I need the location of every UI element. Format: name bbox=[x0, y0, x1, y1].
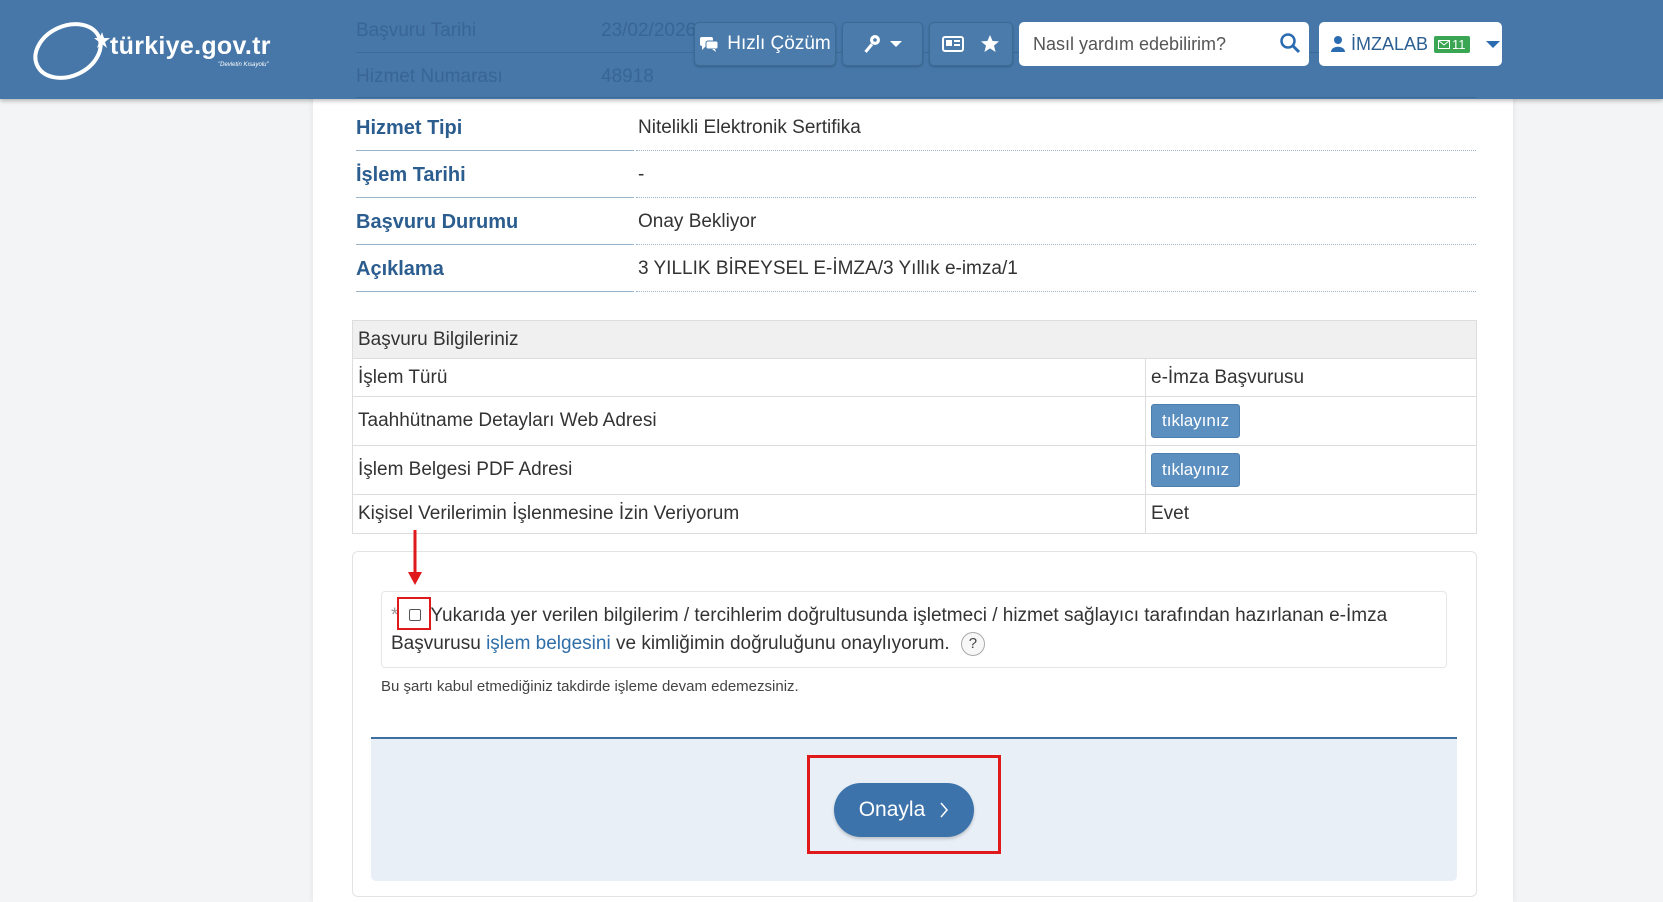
info-row-hizmet-tipi: Hizmet Tipi Nitelikli Elektronik Sertifi… bbox=[356, 105, 1476, 151]
logo-text: türkiye.gov.tr bbox=[110, 32, 271, 60]
row-divider bbox=[636, 150, 1476, 151]
red-arrow-annotation-icon bbox=[408, 530, 422, 585]
row-label: Taahhütname Detayları Web Adresi bbox=[352, 396, 1146, 446]
table-row: İşlem Belgesi PDF Adresi tıklayınız bbox=[352, 445, 1477, 495]
row-divider bbox=[356, 244, 634, 245]
consent-text: * Yukarıda yer verilen bilgilerim / terci… bbox=[391, 602, 1431, 658]
row-divider bbox=[356, 150, 634, 151]
key-icon bbox=[863, 35, 880, 53]
accessibility-key-button[interactable] bbox=[842, 22, 923, 66]
row-label: İşlem Türü bbox=[352, 358, 1146, 397]
confirm-button[interactable]: Onayla bbox=[834, 783, 974, 837]
table-row: Taahhütname Detayları Web Adresi tıklayı… bbox=[352, 396, 1477, 446]
quick-solution-label: Hızlı Çözüm bbox=[727, 33, 831, 54]
row-divider bbox=[356, 197, 634, 198]
info-row-islem-tarihi: İşlem Tarihi - bbox=[356, 152, 1476, 198]
chevron-right-icon bbox=[940, 802, 949, 818]
info-row-basvuru-durumu: Başvuru Durumu Onay Bekliyor bbox=[356, 199, 1476, 245]
help-icon[interactable]: ? bbox=[960, 631, 985, 656]
consent-note: Bu şartı kabul etmediğiniz takdirde işle… bbox=[381, 678, 799, 695]
table-row: Kişisel Verilerimin İşlenmesine İzin Ver… bbox=[352, 494, 1477, 534]
row-divider bbox=[636, 291, 1476, 292]
row-label: Kişisel Verilerimin İşlenmesine İzin Ver… bbox=[352, 494, 1146, 534]
consent-text-after: ve kimliğimin doğruluğunu onaylıyorum. bbox=[615, 633, 950, 654]
envelope-icon bbox=[1438, 39, 1451, 49]
table-header-row: Başvuru Bilgileriniz bbox=[352, 320, 1477, 359]
user-name: İMZALAB bbox=[1351, 33, 1429, 54]
caret-down-icon bbox=[1485, 40, 1500, 48]
search-input[interactable] bbox=[1031, 32, 1275, 56]
info-label: İşlem Tarihi bbox=[356, 164, 466, 186]
commitment-details-link-button[interactable]: tıklayınız bbox=[1151, 404, 1241, 438]
caret-down-icon bbox=[889, 41, 902, 47]
star-icon bbox=[981, 35, 999, 52]
row-value-cell: tıklayınız bbox=[1145, 396, 1477, 446]
search-box[interactable] bbox=[1019, 22, 1309, 66]
user-icon bbox=[1331, 36, 1345, 52]
crescent-star-logo-icon bbox=[33, 22, 110, 80]
table-row: İşlem Türü e-İmza Başvurusu bbox=[352, 358, 1477, 397]
user-menu-button[interactable]: İMZALAB 11 bbox=[1319, 22, 1502, 66]
row-value-cell: tıklayınız bbox=[1145, 445, 1477, 495]
row-divider bbox=[356, 291, 634, 292]
info-value: 3 YILLIK BİREYSEL E-İMZA/3 Yıllık e-imza… bbox=[638, 258, 1018, 279]
row-value: e-İmza Başvurusu bbox=[1145, 358, 1477, 397]
info-label: Açıklama bbox=[356, 258, 444, 280]
row-divider bbox=[636, 244, 1476, 245]
info-label: Hizmet Tipi bbox=[356, 117, 463, 139]
quick-solution-button[interactable]: Hızlı Çözüm bbox=[694, 22, 836, 66]
turkiye-gov-logo[interactable]: türkiye.gov.tr "Devletin Kısayolu" bbox=[30, 18, 290, 80]
transaction-document-link[interactable]: işlem belgesini bbox=[486, 633, 611, 654]
confirm-label: Onayla bbox=[858, 798, 926, 821]
mail-count: 11 bbox=[1452, 36, 1466, 52]
row-value: Evet bbox=[1145, 494, 1477, 534]
application-info-table: Başvuru Bilgileriniz İşlem Türü e-İmza B… bbox=[352, 320, 1477, 534]
transaction-pdf-link-button[interactable]: tıklayınız bbox=[1151, 453, 1241, 487]
search-icon[interactable] bbox=[1279, 32, 1301, 54]
table-title: Başvuru Bilgileriniz bbox=[352, 320, 1477, 359]
info-value: Nitelikli Elektronik Sertifika bbox=[638, 117, 861, 138]
consent-checkbox[interactable] bbox=[409, 609, 421, 621]
info-value: - bbox=[638, 164, 645, 185]
row-divider bbox=[636, 197, 1476, 198]
info-row-aciklama: Açıklama 3 YILLIK BİREYSEL E-İMZA/3 Yıll… bbox=[356, 246, 1476, 292]
mail-badge[interactable]: 11 bbox=[1434, 35, 1470, 53]
id-card-icon bbox=[942, 36, 964, 52]
chat-bubbles-icon bbox=[700, 37, 719, 52]
row-label: İşlem Belgesi PDF Adresi bbox=[352, 445, 1146, 495]
info-value: Onay Bekliyor bbox=[638, 211, 757, 232]
logo-slogan: "Devletin Kısayolu" bbox=[218, 62, 269, 68]
info-label: Başvuru Durumu bbox=[356, 211, 519, 233]
id-card-favorites-button[interactable] bbox=[929, 22, 1013, 66]
